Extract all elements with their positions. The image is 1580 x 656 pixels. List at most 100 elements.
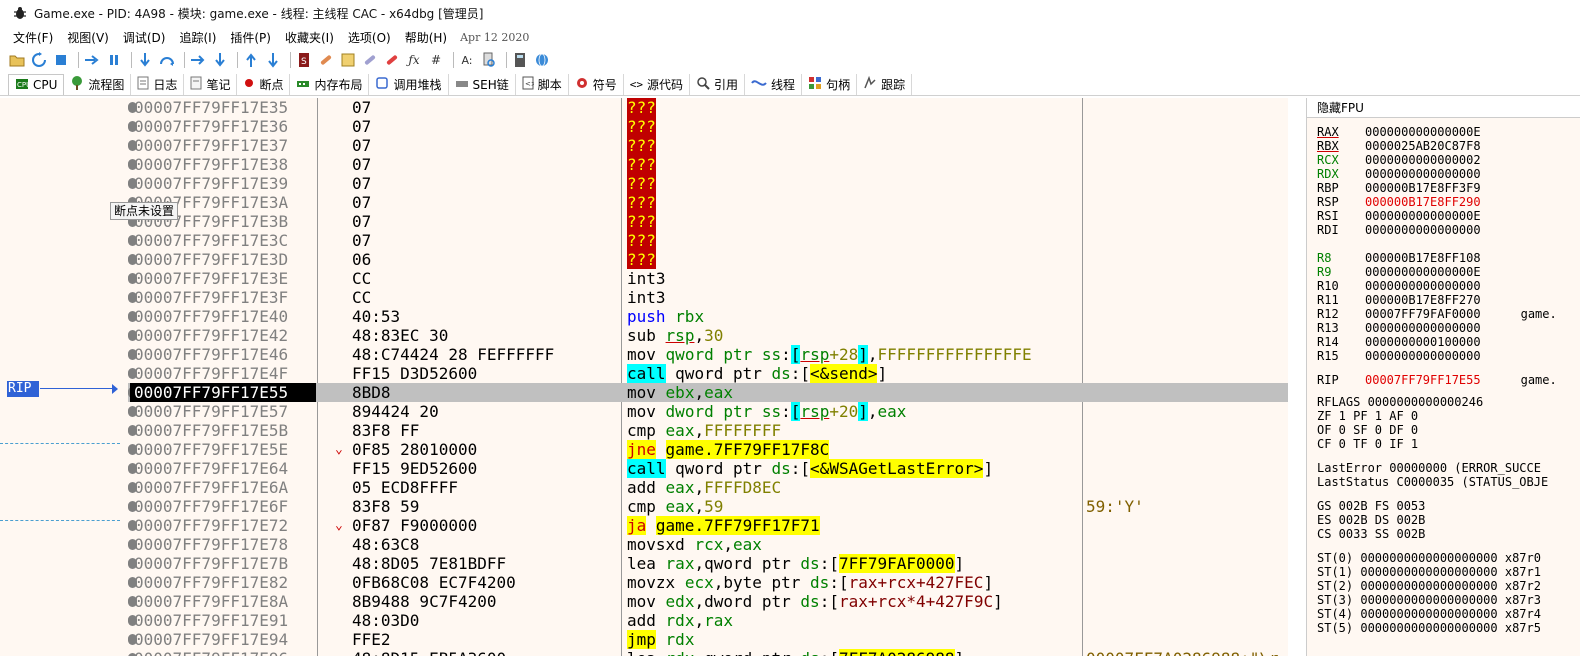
disasm-row[interactable]: 00007FF79FF17E36 07???: [128, 117, 1288, 136]
disasm-row[interactable]: 00007FF79FF17E8A 8B9488 9C7F4200 mov edx,d…: [128, 592, 1288, 611]
hash-icon[interactable]: #: [427, 51, 445, 69]
register-rsi[interactable]: RSI 000000000000000E: [1317, 209, 1481, 223]
tab-handles[interactable]: 句柄: [802, 74, 858, 95]
register-rip[interactable]: RIP 00007FF79FF17E55 game.: [1317, 373, 1557, 387]
register-rcx[interactable]: RCX 0000000000000002: [1317, 153, 1481, 167]
execute-till-return-icon[interactable]: [242, 51, 260, 69]
disasm-row[interactable]: 00007FF79FF17E64 FF15 9ED52600 call qword …: [128, 459, 1288, 478]
calculator-icon[interactable]: [511, 51, 529, 69]
find-icon[interactable]: [480, 51, 498, 69]
fpu-row[interactable]: ST(2) 0000000000000000000 x87r2: [1317, 579, 1541, 593]
menu-options[interactable]: 选项(O): [341, 29, 398, 46]
register-rdi[interactable]: RDI 0000000000000000: [1317, 223, 1481, 237]
disasm-row[interactable]: 00007FF79FF17E6F 83F8 59 cmp eax,59 59:'Y': [128, 497, 1288, 516]
tab-memory-map[interactable]: 内存布局: [290, 74, 370, 95]
last-error-row[interactable]: LastError 00000000 (ERROR_SUCCE: [1317, 461, 1541, 475]
disasm-row[interactable]: 00007FF79FF17E40 40:53 push rbx: [128, 307, 1288, 326]
register-r9[interactable]: R9 000000000000000E: [1317, 265, 1521, 279]
tab-references[interactable]: 引用: [690, 74, 746, 95]
function-icon[interactable]: ƒx: [405, 51, 423, 69]
comment-icon[interactable]: [339, 51, 357, 69]
tab-notes[interactable]: 笔记: [184, 74, 238, 95]
disasm-row[interactable]: 00007FF79FF17E6A 05 ECD8FFFF add eax,FFFFD…: [128, 478, 1288, 497]
disasm-row[interactable]: 00007FF79FF17E91 48:03D0 add rdx,rax: [128, 611, 1288, 630]
scylla-icon[interactable]: S: [295, 51, 313, 69]
register-rflags[interactable]: RFLAGS 0000000000000246: [1317, 395, 1483, 409]
disasm-row[interactable]: 00007FF79FF17E3D 06???: [128, 250, 1288, 269]
disasm-row[interactable]: 00007FF79FF17E5B 83F8 FF cmp eax,FFFFFFFF: [128, 421, 1288, 440]
flags-row[interactable]: OF 0 SF 0 DF 0: [1317, 423, 1418, 437]
register-r14[interactable]: R14 0000000000100000: [1317, 335, 1521, 349]
disasm-row[interactable]: 00007FF79FF17E39 07???: [128, 174, 1288, 193]
menu-plugins[interactable]: 插件(P): [223, 29, 278, 46]
disasm-row[interactable]: 00007FF79FF17E3A 07???: [128, 193, 1288, 212]
disasm-row[interactable]: 00007FF79FF17E78 48:63C8 movsxd rcx,eax: [128, 535, 1288, 554]
step-into-icon[interactable]: [136, 51, 154, 69]
tab-call-stack[interactable]: 调用堆栈: [369, 74, 449, 95]
fpu-row[interactable]: ST(5) 0000000000000000000 x87r5: [1317, 621, 1541, 635]
open-file-icon[interactable]: [8, 51, 26, 69]
disasm-row[interactable]: 00007FF79FF17E5E ⌄ 0F85 28010000 jne game.7…: [128, 440, 1288, 459]
segment-row[interactable]: CS 0033 SS 002B: [1317, 527, 1425, 541]
pause-icon[interactable]: [105, 51, 123, 69]
menu-view[interactable]: 视图(V): [60, 29, 116, 46]
tab-graph[interactable]: 流程图: [64, 74, 132, 95]
register-rdx[interactable]: RDX 0000000000000000: [1317, 167, 1481, 181]
register-rax[interactable]: RAX 000000000000000E: [1317, 125, 1481, 139]
tab-source[interactable]: <> 源代码: [624, 74, 691, 95]
last-error-row[interactable]: LastStatus C0000035 (STATUS_OBJE: [1317, 475, 1548, 489]
menu-favourites[interactable]: 收藏夹(I): [278, 29, 341, 46]
globe-icon[interactable]: [533, 51, 551, 69]
register-rsp[interactable]: RSP 000000B17E8FF290: [1317, 195, 1481, 209]
tab-symbols[interactable]: 符号: [569, 74, 624, 95]
disasm-row[interactable]: 00007FF79FF17E82 0FB68C08 EC7F4200 movzx e…: [128, 573, 1288, 592]
disassembly-view[interactable]: 00007FF79FF17E35 07??? 00007FF79FF17E36 07?…: [128, 98, 1288, 656]
register-rbx[interactable]: RBX 0000025AB20C87F8: [1317, 139, 1481, 153]
disasm-row[interactable]: 00007FF79FF17E37 07???: [128, 136, 1288, 155]
run-icon[interactable]: [83, 51, 101, 69]
menu-help[interactable]: 帮助(H): [398, 29, 454, 46]
bookmark-icon[interactable]: [383, 51, 401, 69]
register-r12[interactable]: R12 00007FF79FAF0000 game.: [1317, 307, 1557, 321]
menu-trace[interactable]: 追踪(I): [172, 29, 223, 46]
tab-threads[interactable]: 线程: [745, 74, 803, 95]
disasm-row[interactable]: 00007FF79FF17E3C 07???: [128, 231, 1288, 250]
disasm-row[interactable]: 00007FF79FF17E57 894424 20 mov dword ptr s…: [128, 402, 1288, 421]
disasm-row[interactable]: 00007FF79FF17E3E CC int3: [128, 269, 1288, 288]
stop-icon[interactable]: [52, 51, 70, 69]
trace-over-icon[interactable]: [211, 51, 229, 69]
disasm-row[interactable]: 00007FF79FF17E35 07???: [128, 98, 1288, 117]
fpu-row[interactable]: ST(4) 0000000000000000000 x87r4: [1317, 607, 1541, 621]
tab-script[interactable]: <> 脚本: [516, 74, 569, 95]
label-icon[interactable]: [361, 51, 379, 69]
fpu-row[interactable]: ST(3) 0000000000000000000 x87r3: [1317, 593, 1541, 607]
disasm-row[interactable]: 00007FF79FF17E38 07???: [128, 155, 1288, 174]
register-r15[interactable]: R15 0000000000000000: [1317, 349, 1521, 363]
disasm-row[interactable]: 00007FF79FF17E72 ⌄ 0F87 F9000000 ja game.7F…: [128, 516, 1288, 535]
strings-icon[interactable]: A:: [458, 51, 476, 69]
tab-cpu[interactable]: CPU CPU: [8, 74, 65, 95]
tab-seh[interactable]: SEH链: [449, 74, 516, 95]
disasm-row[interactable]: 00007FF79FF17E3F CC int3: [128, 288, 1288, 307]
disasm-row[interactable]: 00007FF79FF17E3B 07???: [128, 212, 1288, 231]
flags-row[interactable]: ZF 1 PF 1 AF 0: [1317, 409, 1418, 423]
flags-row[interactable]: CF 0 TF 0 IF 1: [1317, 437, 1418, 451]
fpu-row[interactable]: ST(0) 0000000000000000000 x87r0: [1317, 551, 1541, 565]
disasm-row[interactable]: 00007FF79FF17E96 48:8D15 EB5A3600 lea rdx,…: [128, 649, 1288, 656]
register-r13[interactable]: R13 0000000000000000: [1317, 321, 1521, 335]
menu-debug[interactable]: 调试(D): [116, 29, 173, 46]
segment-row[interactable]: ES 002B DS 002B: [1317, 513, 1425, 527]
restart-icon[interactable]: [30, 51, 48, 69]
patch-icon[interactable]: [317, 51, 335, 69]
disasm-row[interactable]: 00007FF79FF17E4F FF15 D3D52600 call qword …: [128, 364, 1288, 383]
fpu-row[interactable]: ST(1) 0000000000000000000 x87r1: [1317, 565, 1541, 579]
step-over-icon[interactable]: [158, 51, 176, 69]
disasm-row[interactable]: 00007FF79FF17E42 48:83EC 30 sub rsp,30: [128, 326, 1288, 345]
menu-file[interactable]: 文件(F): [6, 29, 60, 46]
register-r10[interactable]: R10 0000000000000000: [1317, 279, 1521, 293]
tab-trace[interactable]: 跟踪: [857, 74, 913, 95]
trace-into-icon[interactable]: [189, 51, 207, 69]
segment-row[interactable]: GS 002B FS 0053: [1317, 499, 1425, 513]
disasm-row[interactable]: 00007FF79FF17E55 8BD8 mov ebx,eax: [128, 383, 1288, 402]
hide-fpu-button[interactable]: 隐藏FPU: [1307, 98, 1580, 118]
